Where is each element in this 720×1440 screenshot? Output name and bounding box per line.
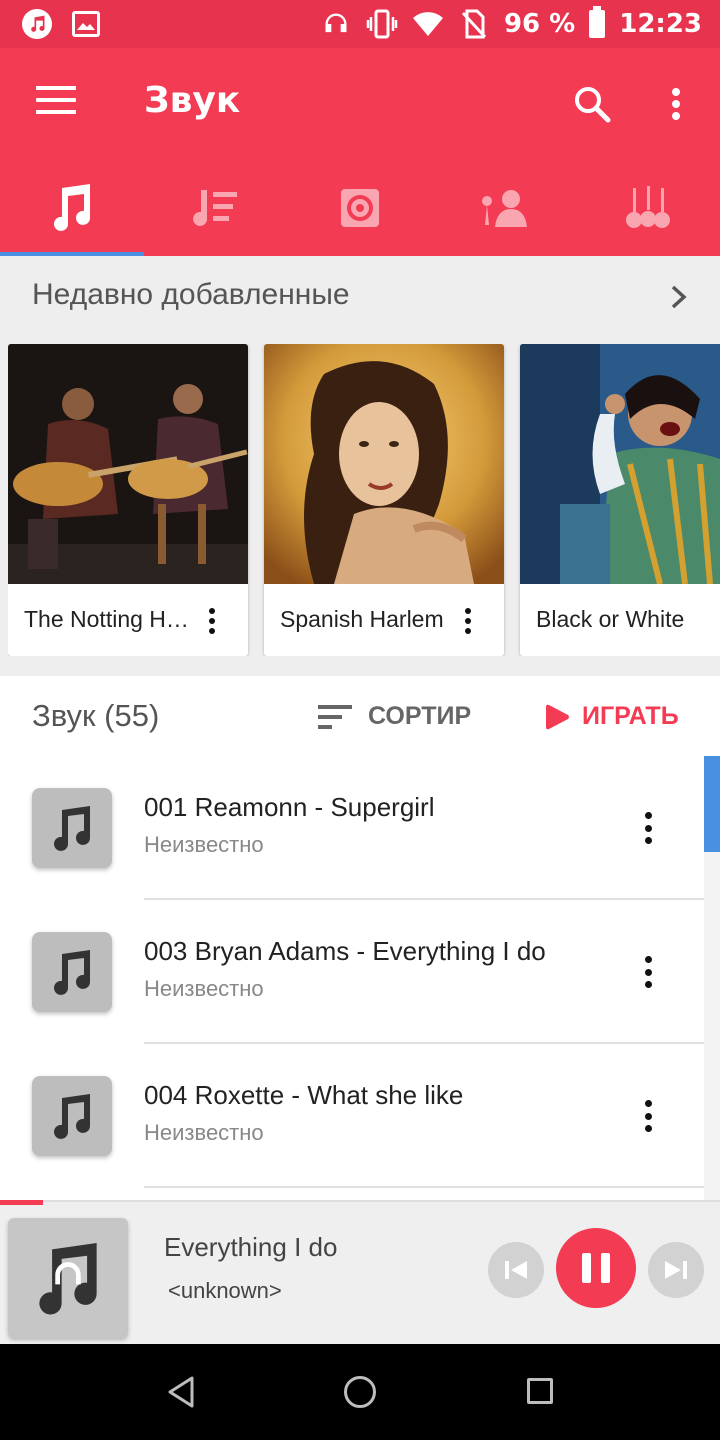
song-list-header: Звук (55) СОРТИР ИГРАТЬ bbox=[0, 676, 720, 760]
search-icon[interactable] bbox=[572, 84, 612, 124]
divider bbox=[144, 1186, 704, 1188]
tab-artists[interactable] bbox=[432, 160, 576, 256]
tab-genres[interactable] bbox=[576, 160, 720, 256]
album-icon bbox=[341, 189, 379, 227]
vibrate-icon bbox=[366, 8, 398, 40]
song-title: 003 Bryan Adams - Everything I do bbox=[144, 936, 546, 966]
tab-bar bbox=[0, 160, 720, 256]
song-thumbnail bbox=[32, 788, 112, 868]
image-icon bbox=[72, 11, 100, 37]
album-title: The Notting Hillbillies bbox=[24, 606, 194, 632]
song-row[interactable]: 003 Bryan Adams - Everything I do Неизве… bbox=[0, 900, 704, 1044]
music-note-icon bbox=[54, 184, 90, 231]
song-list: 001 Reamonn - Supergirl Неизвестно 003 B… bbox=[0, 756, 720, 1200]
song-count: Звук (55) bbox=[32, 698, 160, 733]
recent-cards: The Notting Hillbillies bbox=[8, 344, 720, 656]
more-vert-icon[interactable] bbox=[642, 812, 654, 844]
system-nav-bar bbox=[0, 1344, 720, 1440]
clock: 12:23 bbox=[619, 9, 702, 39]
battery-percent: 96 % bbox=[503, 9, 576, 39]
pause-icon bbox=[582, 1253, 591, 1283]
scrollbar[interactable] bbox=[704, 756, 720, 1200]
menu-icon[interactable] bbox=[36, 86, 76, 116]
music-note-icon bbox=[39, 1243, 97, 1315]
now-playing-bar[interactable]: Everything I do <unknown> bbox=[0, 1200, 720, 1344]
album-card[interactable]: Black or White bbox=[520, 344, 720, 656]
now-playing-art[interactable] bbox=[8, 1218, 128, 1338]
song-artist: Неизвестно bbox=[144, 832, 264, 857]
sort-label: СОРТИР bbox=[368, 702, 472, 730]
home-icon[interactable] bbox=[344, 1376, 376, 1408]
sort-button[interactable]: СОРТИР bbox=[318, 702, 471, 731]
play-all-label: ИГРАТЬ bbox=[582, 702, 679, 730]
album-title: Black or White bbox=[536, 606, 685, 632]
album-card[interactable]: Spanish Harlem bbox=[264, 344, 504, 656]
more-vert-icon[interactable] bbox=[660, 84, 692, 124]
album-art bbox=[8, 344, 248, 584]
next-button[interactable] bbox=[648, 1242, 704, 1298]
playback-progress bbox=[0, 1200, 43, 1205]
song-artist: Неизвестно bbox=[144, 976, 264, 1001]
play-icon bbox=[546, 704, 569, 729]
more-vert-icon[interactable] bbox=[642, 956, 654, 988]
more-vert-icon[interactable] bbox=[642, 1100, 654, 1132]
headphones-icon bbox=[320, 8, 352, 40]
no-sim-icon bbox=[458, 8, 490, 40]
more-vert-icon[interactable] bbox=[456, 606, 480, 636]
skip-previous-icon bbox=[505, 1261, 527, 1279]
tab-albums[interactable] bbox=[288, 160, 432, 256]
music-app-icon bbox=[22, 9, 52, 39]
recently-added-section: Недавно добавленные The Notting Hillb Sp… bbox=[0, 256, 720, 676]
app-bar: Звук bbox=[0, 48, 720, 256]
album-art bbox=[520, 344, 720, 584]
battery-icon bbox=[589, 6, 606, 38]
music-note-icon bbox=[54, 1094, 90, 1139]
sort-icon bbox=[318, 704, 352, 729]
more-vert-icon[interactable] bbox=[712, 606, 720, 636]
now-playing-artist: <unknown> bbox=[168, 1278, 282, 1303]
album-art bbox=[264, 344, 504, 584]
song-thumbnail bbox=[32, 932, 112, 1012]
page-title: Звук bbox=[144, 80, 241, 121]
pause-button[interactable] bbox=[556, 1228, 636, 1308]
song-artist: Неизвестно bbox=[144, 1120, 264, 1145]
music-note-icon bbox=[54, 950, 90, 995]
tab-songs[interactable] bbox=[0, 160, 144, 256]
status-bar: 96 % 12:23 bbox=[0, 0, 720, 48]
section-title: Недавно добавленные bbox=[32, 278, 350, 311]
album-card[interactable]: The Notting Hillbillies bbox=[8, 344, 248, 656]
play-all-button[interactable]: ИГРАТЬ bbox=[544, 702, 679, 731]
song-title: 001 Reamonn - Supergirl bbox=[144, 792, 435, 822]
chevron-right-icon[interactable] bbox=[668, 284, 690, 310]
skip-next-icon bbox=[665, 1261, 687, 1279]
song-row[interactable]: 001 Reamonn - Supergirl Неизвестно bbox=[0, 756, 704, 900]
more-vert-icon[interactable] bbox=[200, 606, 224, 636]
song-row[interactable]: 004 Roxette - What she like Неизвестно bbox=[0, 1044, 704, 1188]
song-thumbnail bbox=[32, 1076, 112, 1156]
guitars-icon bbox=[626, 186, 670, 228]
playlist-icon bbox=[193, 190, 237, 226]
back-icon[interactable] bbox=[164, 1374, 200, 1410]
previous-button[interactable] bbox=[488, 1242, 544, 1298]
song-title: 004 Roxette - What she like bbox=[144, 1080, 464, 1110]
music-note-icon bbox=[54, 806, 90, 851]
wifi-icon bbox=[412, 8, 444, 40]
now-playing-title: Everything I do bbox=[164, 1232, 338, 1262]
tab-playlists[interactable] bbox=[144, 160, 288, 256]
scrollbar-thumb[interactable] bbox=[704, 756, 720, 852]
artist-icon bbox=[482, 190, 527, 227]
album-title: Spanish Harlem bbox=[280, 606, 444, 632]
recent-apps-icon[interactable] bbox=[527, 1378, 553, 1404]
